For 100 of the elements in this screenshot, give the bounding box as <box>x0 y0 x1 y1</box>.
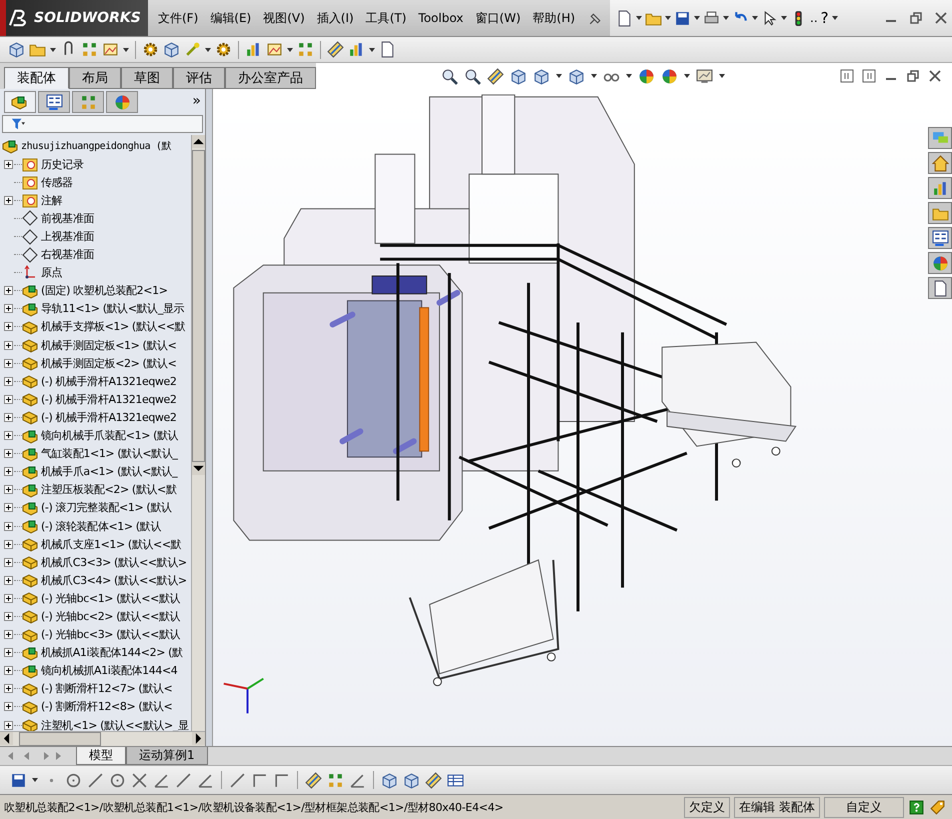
restore-icon[interactable] <box>906 69 920 83</box>
scroll-thumb[interactable] <box>192 150 205 462</box>
tree-item[interactable]: 机械抓A1i装配体144<2> (默 <box>41 645 183 660</box>
scroll-thumb[interactable] <box>19 732 101 746</box>
command-tab[interactable]: 布局 <box>69 67 121 89</box>
tree-item[interactable]: 镜向机械手爪装配<1> (默认 <box>41 428 178 444</box>
expand-toggle[interactable] <box>4 412 13 422</box>
tree-item[interactable]: 机械爪C3<3> (默认<<默认> <box>41 554 187 570</box>
angle-icon[interactable] <box>153 772 170 788</box>
dropdown-caret-icon[interactable] <box>665 16 672 20</box>
trim-icon[interactable] <box>131 772 148 788</box>
tree-item[interactable]: 右视基准面 <box>41 247 94 262</box>
scroll-up-icon[interactable] <box>192 135 205 148</box>
dropdown-caret-icon[interactable] <box>684 74 690 78</box>
expand-toggle[interactable] <box>4 322 13 332</box>
expand-toggle[interactable] <box>4 576 13 585</box>
dimension-icon[interactable] <box>305 772 322 788</box>
task-pane-tab[interactable] <box>928 152 952 174</box>
expand-toggle[interactable] <box>4 522 13 531</box>
tree-item[interactable]: (-) 割断滑杆12<8> (默认< <box>41 699 172 714</box>
help-icon[interactable] <box>908 798 925 816</box>
tree-item[interactable]: (-) 机械手滑杆A1321eqwe2 <box>41 392 176 407</box>
tree-item[interactable]: 导轨11<1> (默认<默认_显示 <box>41 301 184 316</box>
command-tab[interactable]: 装配体 <box>4 67 69 89</box>
dropdown-caret-icon[interactable] <box>205 48 211 52</box>
grid-icon[interactable] <box>327 772 344 788</box>
expand-toggle[interactable] <box>4 540 13 549</box>
model-tab[interactable]: 模型 <box>76 747 126 765</box>
tree-item[interactable]: zhusujizhuangpeidonghua (默 <box>21 139 172 154</box>
tree-item[interactable]: 机械手支撑板<1> (默认<<默 <box>41 319 186 334</box>
new-document-icon[interactable] <box>616 10 634 26</box>
task-pane-tab[interactable] <box>928 277 952 299</box>
tree-item[interactable]: (-) 光轴bc<3> (默认<<默认 <box>41 627 180 642</box>
document-icon[interactable] <box>379 41 396 58</box>
units-status[interactable]: 自定义 <box>824 796 904 818</box>
assembly-tool-icon[interactable] <box>163 41 180 58</box>
expand-toggle[interactable] <box>4 702 13 712</box>
dropdown-caret-icon[interactable] <box>32 778 38 782</box>
expand-toggle[interactable] <box>4 684 13 694</box>
wireframe-cube-icon[interactable] <box>381 772 398 788</box>
view-orientation-icon[interactable] <box>533 68 550 84</box>
shaded-cube-icon[interactable] <box>403 772 420 788</box>
expand-toggle[interactable] <box>4 630 13 640</box>
dropdown-caret-icon[interactable] <box>832 16 838 20</box>
expand-toggle[interactable] <box>4 358 13 368</box>
horizontal-scrollbar[interactable] <box>0 731 205 746</box>
expand-toggle[interactable] <box>4 394 13 404</box>
feature-manager-tab[interactable] <box>4 91 36 113</box>
close-icon[interactable] <box>928 69 942 83</box>
expand-toggle[interactable] <box>4 720 13 730</box>
dropdown-caret-icon[interactable] <box>556 74 562 78</box>
menu-item[interactable]: 编辑(E) <box>210 10 252 26</box>
property-manager-tab[interactable] <box>38 91 70 113</box>
expand-toggle[interactable] <box>4 648 13 658</box>
tree-item[interactable]: (-) 割断滑杆12<7> (默认< <box>41 681 172 696</box>
menu-item[interactable]: 插入(I) <box>316 10 354 26</box>
menu-item[interactable]: Toolbox <box>418 11 464 25</box>
tile-left-icon[interactable] <box>840 69 854 83</box>
tree-item[interactable]: (-) 光轴bc<2> (默认<<默认 <box>41 608 180 624</box>
expand-toggle[interactable] <box>4 376 13 386</box>
overflow-mark[interactable]: .. <box>810 11 818 25</box>
dropdown-caret-icon[interactable] <box>123 48 129 52</box>
tree-item[interactable]: (-) 滚轮装配体<1> (默认 <box>41 518 161 534</box>
tile-right-icon[interactable] <box>862 69 876 83</box>
dropdown-caret-icon[interactable] <box>694 16 700 20</box>
gears-icon[interactable] <box>215 41 232 58</box>
command-tab[interactable]: 评估 <box>173 67 225 89</box>
tree-item[interactable]: 机械手测固定板<1> (默认< <box>41 338 176 353</box>
tree-item[interactable]: (-) 滚刀完整装配<1> (默认 <box>41 500 172 516</box>
menu-item[interactable]: 窗口(W) <box>475 10 521 26</box>
tree-item[interactable]: 原点 <box>41 265 62 280</box>
menu-item[interactable]: 帮助(H) <box>532 10 576 26</box>
tree-item[interactable]: 机械手测固定板<2> (默认< <box>41 356 176 371</box>
tree-item[interactable]: 前视基准面 <box>41 210 94 226</box>
tag-icon[interactable] <box>929 798 946 816</box>
dropdown-caret-icon[interactable] <box>752 16 758 20</box>
zoom-area-icon[interactable] <box>464 68 481 84</box>
close-icon[interactable] <box>934 11 948 25</box>
dropdown-caret-icon[interactable] <box>287 48 293 52</box>
expand-toggle[interactable] <box>4 594 13 603</box>
dropdown-caret-icon[interactable] <box>723 16 730 20</box>
restore-icon[interactable] <box>909 11 923 25</box>
menu-item[interactable]: 视图(V) <box>263 10 305 26</box>
tree-item[interactable]: 机械爪C3<4> (默认<<默认> <box>41 572 187 588</box>
tree-item[interactable]: 传感器 <box>41 174 73 190</box>
circle-icon[interactable] <box>65 772 82 788</box>
zoom-fit-icon[interactable] <box>441 68 458 84</box>
menu-item[interactable]: 工具(T) <box>366 10 406 26</box>
expand-toggle[interactable] <box>4 612 13 621</box>
tree-item[interactable]: 上视基准面 <box>41 229 94 244</box>
expand-toggle[interactable] <box>4 431 13 440</box>
expand-toggle[interactable] <box>4 304 13 314</box>
panel-collapse-handle[interactable] <box>206 89 213 746</box>
tree-item[interactable]: 注塑机<1> (默认<<默认>_显 <box>41 718 189 731</box>
appearance-icon[interactable] <box>638 68 655 84</box>
command-tab[interactable]: 草图 <box>121 67 173 89</box>
corner-icon[interactable] <box>251 772 268 788</box>
expand-toggle[interactable] <box>4 286 13 296</box>
dropdown-caret-icon[interactable] <box>50 48 56 52</box>
tree-item[interactable]: 机械爪支座1<1> (默认<<默 <box>41 536 182 552</box>
